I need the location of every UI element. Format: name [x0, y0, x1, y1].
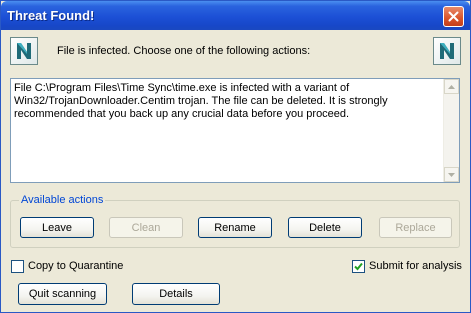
- delete-button[interactable]: Delete: [288, 217, 362, 238]
- leave-button[interactable]: Leave: [20, 217, 94, 238]
- replace-button[interactable]: Replace: [379, 217, 452, 238]
- scroll-up-button[interactable]: [444, 79, 459, 94]
- submit-for-analysis-checkbox[interactable]: [352, 260, 365, 273]
- close-button[interactable]: [443, 6, 464, 27]
- arrow-down-icon: [448, 172, 455, 177]
- title-bar[interactable]: Threat Found!: [1, 1, 470, 30]
- norman-logo-icon: [10, 37, 38, 65]
- window-title: Threat Found!: [7, 8, 95, 23]
- vertical-scrollbar[interactable]: [443, 79, 459, 182]
- norman-logo-icon: [433, 37, 461, 65]
- threat-found-dialog: Threat Found! File is infected. Choose o…: [0, 0, 471, 313]
- threat-details-text: File C:\Program Files\Time Sync\time.exe…: [14, 82, 388, 120]
- available-actions-label: Available actions: [19, 194, 106, 206]
- checkmark-icon: [354, 262, 363, 271]
- arrow-up-icon: [448, 84, 455, 89]
- details-button[interactable]: Details: [132, 283, 220, 305]
- rename-button[interactable]: Rename: [198, 217, 272, 238]
- scroll-down-button[interactable]: [444, 167, 459, 182]
- copy-to-quarantine-checkbox[interactable]: [11, 260, 24, 273]
- close-icon: [448, 11, 459, 22]
- copy-to-quarantine-label[interactable]: Copy to Quarantine: [28, 260, 123, 272]
- threat-details-textbox[interactable]: File C:\Program Files\Time Sync\time.exe…: [10, 78, 460, 183]
- infection-message: File is infected. Choose one of the foll…: [57, 45, 311, 57]
- quit-scanning-button[interactable]: Quit scanning: [18, 283, 107, 305]
- submit-for-analysis-label[interactable]: Submit for analysis: [369, 260, 462, 272]
- clean-button[interactable]: Clean: [109, 217, 183, 238]
